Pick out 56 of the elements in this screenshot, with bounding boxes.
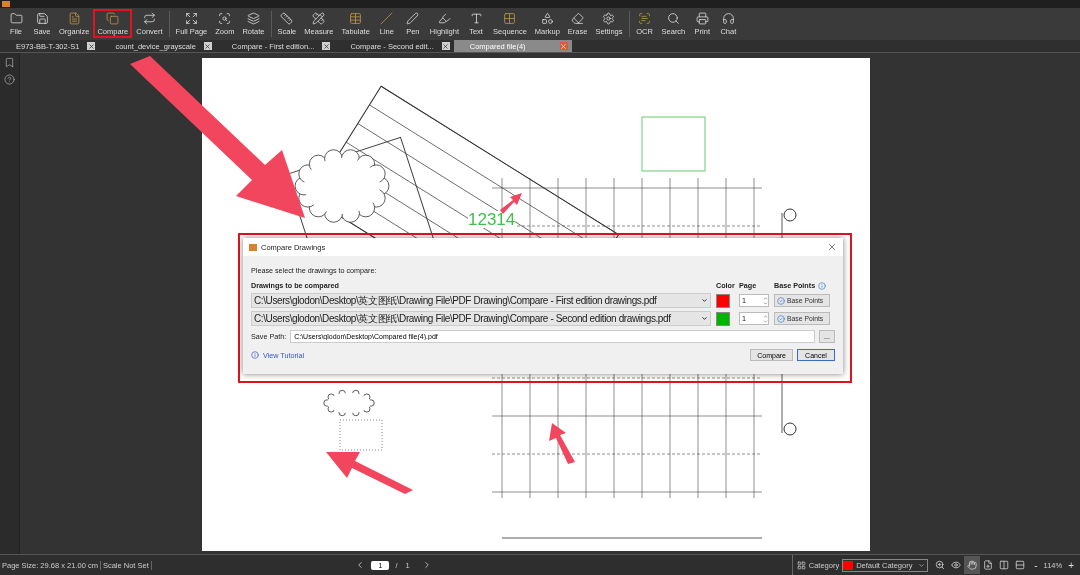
overlapping-squares-icon xyxy=(106,11,120,25)
view-tool-button[interactable] xyxy=(964,556,981,574)
settings-icon xyxy=(602,11,616,25)
folder-icon xyxy=(9,11,23,25)
caret-icon xyxy=(918,561,926,569)
check-circle-icon xyxy=(777,314,785,323)
document-icon xyxy=(67,11,81,25)
scan-text-icon xyxy=(638,11,652,25)
zoom-icon xyxy=(218,11,232,25)
pencil-ruler-icon xyxy=(312,11,326,25)
pen-icon xyxy=(406,11,420,25)
arrow-annotation xyxy=(549,423,575,464)
drawing-dropdown[interactable]: C:\Users\glodon\Desktop\英文图纸\Drawing File\PDF Drawing\Compare - First edition drawings.pdf xyxy=(251,293,711,308)
color-swatch[interactable] xyxy=(716,311,730,326)
shapes-icon xyxy=(540,11,554,25)
layers-icon xyxy=(246,11,260,25)
caret-icon xyxy=(701,297,708,304)
expand-icon xyxy=(184,11,198,25)
drawing-dropdown[interactable]: C:\Users\glodon\Desktop\英文图纸\Drawing File\PDF Drawing\Compare - Second edition drawings.pdf xyxy=(251,311,711,326)
zoom-in-button[interactable]: + xyxy=(1062,559,1080,571)
ruler-icon xyxy=(280,11,294,25)
eraser-icon xyxy=(571,11,585,25)
help-icon[interactable] xyxy=(4,74,15,85)
zoom-icon xyxy=(935,560,946,570)
close-tab-button[interactable] xyxy=(322,42,331,50)
hand-icon xyxy=(967,560,978,570)
search-icon xyxy=(666,11,680,25)
line-icon xyxy=(380,11,394,25)
printer-icon xyxy=(695,11,709,25)
category-icon xyxy=(796,560,806,570)
app-icon xyxy=(2,1,10,7)
annotation-text: 12314 xyxy=(468,211,516,228)
table-icon xyxy=(349,11,363,25)
close-icon[interactable] xyxy=(827,242,837,252)
zoom-out-button[interactable]: - xyxy=(1028,559,1044,571)
add-page-icon xyxy=(983,560,994,570)
arrows-cycle-icon xyxy=(142,11,156,25)
grid-icon xyxy=(503,11,517,25)
highlighter-icon xyxy=(437,11,451,25)
check-circle-icon xyxy=(777,296,785,305)
app-icon xyxy=(249,243,257,251)
close-tab-button[interactable] xyxy=(87,42,96,50)
close-tab-button[interactable] xyxy=(203,42,212,50)
save-icon xyxy=(35,11,49,25)
rows-icon xyxy=(1015,560,1026,570)
text-icon xyxy=(469,11,483,25)
caret-icon xyxy=(701,315,708,322)
eye-icon xyxy=(951,560,962,570)
two-column-icon xyxy=(999,560,1010,570)
headset-icon xyxy=(721,11,735,25)
bookmark-icon[interactable] xyxy=(4,57,15,68)
close-tab-button[interactable] xyxy=(441,42,450,50)
color-swatch[interactable] xyxy=(716,293,730,308)
info-icon xyxy=(251,351,259,359)
category-swatch xyxy=(843,560,854,570)
arrow-annotation xyxy=(500,193,522,214)
